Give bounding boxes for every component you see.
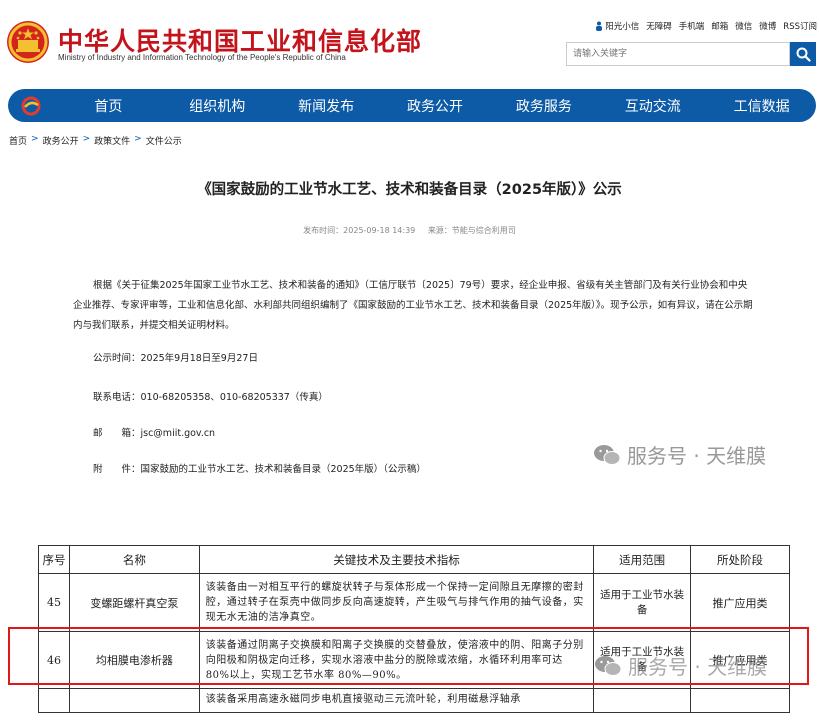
- nav-data[interactable]: 工信数据: [707, 96, 816, 116]
- breadcrumb-home[interactable]: 首页: [9, 134, 27, 147]
- miit-logo-icon: [21, 96, 41, 115]
- cell-scope: 适用于工业节水装备: [593, 573, 692, 632]
- breadcrumb-separator: >: [31, 134, 39, 144]
- site-header: 中华人民共和国工业和信息化部 Ministry of Industry and …: [0, 0, 819, 88]
- cell-stage: [690, 688, 790, 713]
- table-row: 该装备采用高速永磁同步电机直接驱动三元流叶轮，利用磁悬浮轴承: [38, 688, 790, 713]
- nav-logo[interactable]: [8, 96, 54, 116]
- article-body: 根据《关于征集2025年国家工业节水工艺、技术和装备的通知》（工信厅联节〔202…: [73, 280, 753, 331]
- top-link-wechat[interactable]: 微信: [735, 20, 752, 32]
- cell-name: 变螺距螺杆真空泵: [68, 573, 200, 632]
- breadcrumb-gov-affairs[interactable]: 政务公开: [43, 134, 79, 147]
- article-meta: 发布时间：2025-09-18 14:39 来源：节能与综合利用司: [0, 225, 819, 236]
- attachment-link[interactable]: 附 件：国家鼓励的工业节水工艺、技术和装备目录（2025年版）（公示稿）: [93, 461, 426, 475]
- watermark: 服务号 · 天维膜: [593, 440, 766, 469]
- breadcrumb: 首页 > 政务公开 > 政策文件 > 文件公示: [9, 134, 182, 147]
- col-header-no: 序号: [38, 545, 70, 574]
- top-links: 阳光小信 无障碍 手机端 邮箱 微信 微博 RSS订阅: [595, 20, 817, 32]
- breadcrumb-separator: >: [134, 134, 142, 144]
- page-title: 《国家鼓励的工业节水工艺、技术和装备目录（2025年版）》公示: [197, 182, 622, 198]
- breadcrumb-policy-docs[interactable]: 政策文件: [94, 134, 130, 147]
- cell-no: [38, 688, 70, 713]
- search-input[interactable]: [566, 42, 790, 66]
- contact-email[interactable]: 邮 箱：jsc@miit.gov.cn: [93, 425, 215, 439]
- nav-gov-services[interactable]: 政务服务: [489, 96, 598, 116]
- top-link-mail[interactable]: 邮箱: [711, 20, 728, 32]
- nav-interaction[interactable]: 互动交流: [598, 96, 707, 116]
- wechat-icon: [595, 655, 622, 676]
- search-icon: [796, 47, 811, 62]
- breadcrumb-file-notice[interactable]: 文件公示: [146, 134, 182, 147]
- cell-desc: 该装备由一对相互平行的螺旋状转子与泵体形成一个保持一定间隙且无摩擦的密封腔，通过…: [198, 573, 595, 632]
- notice-period: 公示时间：2025年9月18日至9月27日: [93, 353, 258, 364]
- top-link-accessibility[interactable]: 无障碍: [646, 20, 672, 32]
- col-header-scope: 适用范围: [593, 545, 692, 574]
- cell-stage: 推广应用类: [690, 573, 790, 632]
- article-source: 来源：节能与综合利用司: [427, 226, 516, 235]
- search-button[interactable]: [790, 42, 816, 66]
- cell-desc: 该装备采用高速永磁同步电机直接驱动三元流叶轮，利用磁悬浮轴承: [198, 688, 595, 713]
- nav-gov-affairs[interactable]: 政务公开: [381, 96, 490, 116]
- cell-no: 45: [38, 573, 70, 632]
- nav-news[interactable]: 新闻发布: [272, 96, 381, 116]
- nav-home[interactable]: 首页: [54, 96, 163, 116]
- top-link-rss[interactable]: RSS订阅: [783, 20, 817, 32]
- top-link-mobile[interactable]: 手机端: [679, 20, 705, 32]
- col-header-tech: 关键技术及主要技术指标: [198, 545, 595, 574]
- cell-scope: [593, 688, 692, 713]
- wechat-icon: [594, 444, 621, 465]
- cell-name: [68, 688, 200, 713]
- watermark-overlay: 服务号 · 天维膜: [594, 651, 767, 680]
- main-nav: 首页 组织机构 新闻发布 政务公开 政务服务 互动交流 工信数据: [8, 89, 816, 122]
- person-icon: [596, 21, 603, 31]
- site-subtitle: Ministry of Industry and Information Tec…: [58, 53, 346, 62]
- nav-organization[interactable]: 组织机构: [163, 96, 272, 116]
- publish-date: 发布时间：2025-09-18 14:39: [303, 226, 416, 235]
- col-header-name: 名称: [68, 545, 200, 574]
- top-link-sunshine[interactable]: 阳光小信: [595, 20, 639, 32]
- col-header-stage: 所处阶段: [690, 545, 790, 574]
- top-link-weibo[interactable]: 微博: [759, 20, 776, 32]
- contact-phone: 联系电话：010-68205358、010-68205337（传真）: [93, 392, 328, 403]
- breadcrumb-separator: >: [82, 134, 91, 144]
- table-header-row: 序号 名称 关键技术及主要技术指标 适用范围 所处阶段: [38, 545, 790, 574]
- national-emblem-icon: [7, 21, 49, 63]
- table-row: 45 变螺距螺杆真空泵 该装备由一对相互平行的螺旋状转子与泵体形成一个保持一定间…: [38, 573, 790, 632]
